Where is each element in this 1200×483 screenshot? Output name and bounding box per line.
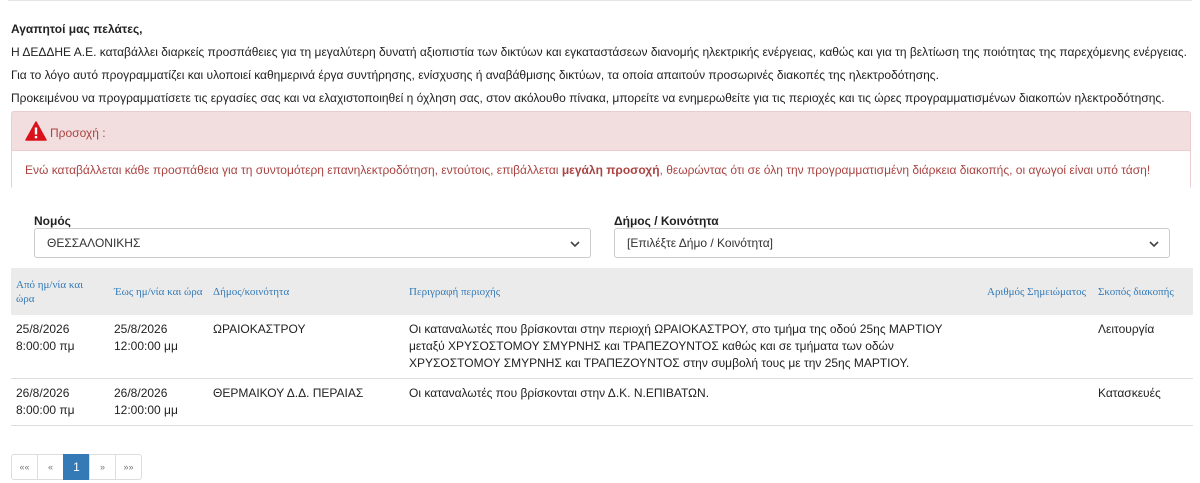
cell-description: Οι καταναλωτές που βρίσκονται στην Δ.Κ. … bbox=[404, 378, 982, 426]
col-header-note-number[interactable]: Αριθμός Σημειώματος bbox=[982, 268, 1093, 315]
greeting: Αγαπητοί μας πελάτες, bbox=[11, 22, 143, 36]
outages-table: Από ημ/νία και ώρα Έως ημ/νία και ώρα Δή… bbox=[11, 268, 1193, 426]
alert-message: Ενώ καταβάλλεται κάθε προσπάθεια για τη … bbox=[12, 151, 1190, 189]
table-header-row: Από ημ/νία και ώρα Έως ημ/νία και ώρα Δή… bbox=[11, 268, 1193, 315]
cell-description: Οι καταναλωτές που βρίσκονται στην περιο… bbox=[404, 315, 982, 379]
cell-municipality: ΩΡΑΙΟΚΑΣΤΡΟΥ bbox=[208, 315, 404, 379]
col-header-description[interactable]: Περιγραφή περιοχής bbox=[404, 268, 982, 315]
col-header-purpose[interactable]: Σκοπός διακοπής bbox=[1093, 268, 1193, 315]
alert-emphasis: μεγάλη προσοχή bbox=[561, 163, 660, 177]
municipality-label: Δήμος / Κοινότητα bbox=[614, 214, 719, 228]
cell-to: 25/8/2026 12:00:00 μμ bbox=[109, 315, 208, 379]
table-row: 26/8/2026 8:00:00 πμ 26/8/2026 12:00:00 μμ… bbox=[11, 378, 1193, 426]
municipality-value: [Επιλέξτε Δήμο / Κοινότητα] bbox=[627, 236, 774, 250]
chevron-down-icon bbox=[570, 241, 580, 248]
col-header-to[interactable]: Έως ημ/νία και ώρα bbox=[109, 268, 208, 315]
intro-paragraph-3: Προκειμένου να προγραμματίσετε τις εργασ… bbox=[11, 91, 1165, 105]
alert-heading: Προσοχή : bbox=[12, 112, 1190, 151]
chevron-down-icon bbox=[1149, 241, 1159, 248]
col-header-from[interactable]: Από ημ/νία και ώρα bbox=[11, 268, 109, 315]
intro-paragraph-2: Για το λόγο αυτό προγραμματίζει και υλοπ… bbox=[11, 68, 939, 82]
warning-alert: Προσοχή : Ενώ καταβάλλεται κάθε προσπάθε… bbox=[11, 111, 1191, 189]
cell-municipality: ΘΕΡΜΑΙΚΟΥ Δ.Δ. ΠΕΡΑΙΑΣ bbox=[208, 378, 404, 426]
cell-to: 26/8/2026 12:00:00 μμ bbox=[109, 378, 208, 426]
cell-note-number bbox=[982, 315, 1093, 379]
pager-page-1[interactable]: 1 bbox=[63, 454, 90, 480]
pagination: «« « 1 » »» bbox=[11, 454, 142, 480]
prefecture-select[interactable]: ΘΕΣΣΑΛΟΝΙΚΗΣ bbox=[34, 228, 591, 258]
pager-last-button[interactable]: »» bbox=[115, 454, 142, 480]
warning-icon bbox=[25, 121, 47, 141]
top-divider bbox=[8, 0, 1192, 1]
cell-from: 26/8/2026 8:00:00 πμ bbox=[11, 378, 109, 426]
intro-paragraph-1: Η ΔΕΔΔΗΕ Α.Ε. καταβάλλει διαρκείς προσπά… bbox=[11, 45, 1187, 59]
cell-note-number bbox=[982, 378, 1093, 426]
cell-from: 25/8/2026 8:00:00 πμ bbox=[11, 315, 109, 379]
municipality-select[interactable]: [Επιλέξτε Δήμο / Κοινότητα] bbox=[614, 228, 1170, 258]
cell-purpose: Κατασκευές bbox=[1093, 378, 1193, 426]
pager-next-button[interactable]: » bbox=[89, 454, 116, 480]
pager-first-button[interactable]: «« bbox=[11, 454, 38, 480]
prefecture-label: Νομός bbox=[34, 214, 71, 228]
cell-purpose: Λειτουργία bbox=[1093, 315, 1193, 379]
intro-text: Αγαπητοί μας πελάτες, Η ΔΕΔΔΗΕ Α.Ε. κατα… bbox=[11, 18, 1191, 110]
alert-title: Προσοχή : bbox=[50, 125, 106, 140]
table-row: 25/8/2026 8:00:00 πμ 25/8/2026 12:00:00 μμ… bbox=[11, 315, 1193, 379]
pager-prev-button[interactable]: « bbox=[37, 454, 64, 480]
prefecture-value: ΘΕΣΣΑΛΟΝΙΚΗΣ bbox=[47, 236, 141, 250]
col-header-municipality[interactable]: Δήμος/κοινότητα bbox=[208, 268, 404, 315]
